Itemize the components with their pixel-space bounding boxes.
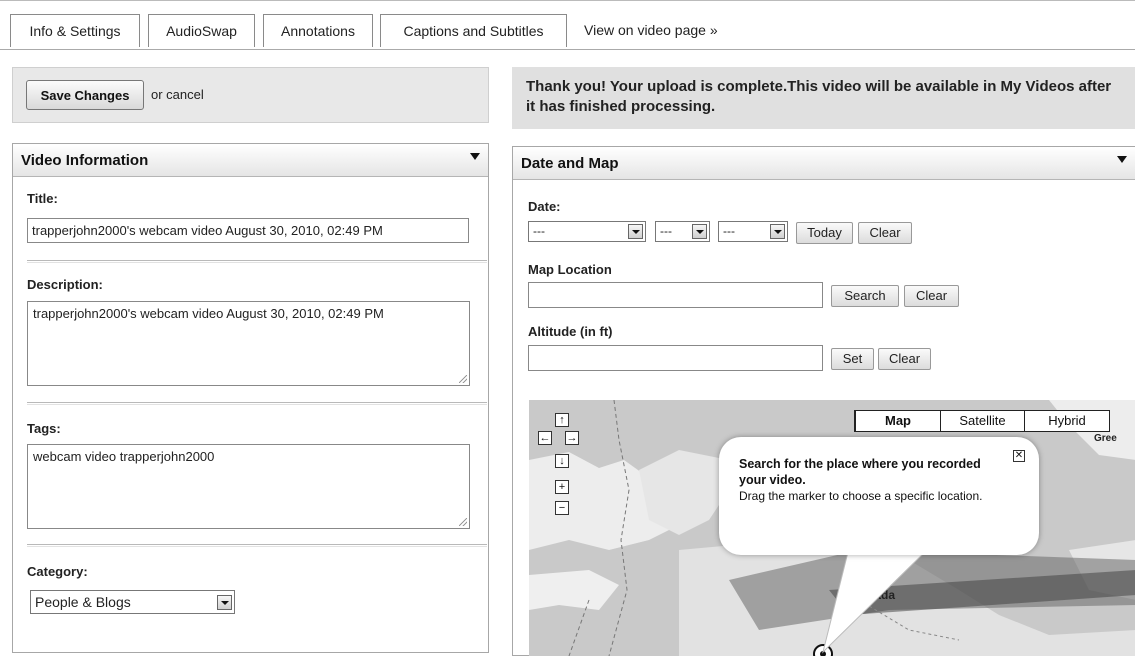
map-label-greenland: Gree [1094, 433, 1117, 444]
map-type-satellite[interactable]: Satellite [941, 411, 1025, 431]
close-icon[interactable]: ✕ [1013, 450, 1025, 462]
date-and-map-header[interactable]: Date and Map [513, 147, 1135, 180]
date-year-value: --- [723, 224, 735, 238]
altitude-input[interactable] [528, 345, 823, 371]
location-clear-button[interactable]: Clear [904, 285, 959, 307]
video-information-panel: Video Information Title: Description: tr… [12, 143, 489, 653]
save-bar: Save Changes or cancel [12, 67, 489, 123]
video-information-header[interactable]: Video Information [13, 144, 488, 177]
save-changes-button[interactable]: Save Changes [26, 80, 144, 110]
search-button[interactable]: Search [831, 285, 899, 307]
zoom-in-icon[interactable]: + [555, 480, 569, 494]
set-button[interactable]: Set [831, 348, 874, 370]
chevron-down-icon [217, 595, 232, 610]
title-label: Title: [27, 191, 58, 206]
bubble-pointer [822, 548, 930, 654]
category-label: Category: [27, 564, 88, 579]
divider [27, 402, 487, 405]
tags-label: Tags: [27, 421, 61, 436]
divider [27, 260, 487, 263]
description-label: Description: [27, 277, 103, 292]
pan-right-icon[interactable]: → [565, 431, 579, 445]
map-location-input[interactable] [528, 282, 823, 308]
pan-down-icon[interactable]: ↓ [555, 454, 569, 468]
zoom-out-icon[interactable]: − [555, 501, 569, 515]
title-field[interactable] [27, 218, 469, 243]
tab-captions-subtitles[interactable]: Captions and Subtitles [380, 14, 567, 47]
date-day-select[interactable]: --- [655, 221, 710, 242]
altitude-clear-button[interactable]: Clear [878, 348, 931, 370]
bubble-heading: Search for the place where you recorded … [739, 457, 981, 487]
tags-value: webcam video trapperjohn2000 [33, 449, 215, 464]
description-field[interactable]: trapperjohn2000's webcam video August 30… [27, 301, 470, 386]
location-info-bubble: ✕ Search for the place where you recorde… [719, 437, 1039, 555]
tab-info-settings[interactable]: Info & Settings [10, 14, 140, 47]
chevron-down-icon [628, 224, 643, 239]
collapse-arrow-icon[interactable] [1117, 156, 1127, 163]
panel-title: Video Information [21, 152, 149, 169]
map-view[interactable]: Gree nada ↑ ← → ↓ + − Map Satellite Hybr… [529, 400, 1135, 656]
bubble-text: Search for the place where you recorded … [739, 456, 1009, 504]
pan-left-icon[interactable]: ← [538, 431, 552, 445]
tab-bar: Info & Settings AudioSwap Annotations Ca… [0, 0, 1135, 50]
date-and-map-panel: Date and Map Date: --- --- --- Today Cle… [512, 146, 1135, 656]
today-button[interactable]: Today [796, 222, 853, 244]
category-select[interactable]: People & Blogs [30, 590, 235, 614]
map-type-selector: Map Satellite Hybrid [854, 410, 1110, 432]
date-clear-button[interactable]: Clear [858, 222, 912, 244]
map-type-hybrid[interactable]: Hybrid [1025, 411, 1109, 431]
tab-annotations[interactable]: Annotations [263, 14, 373, 47]
chevron-down-icon [770, 224, 785, 239]
view-on-video-page-link[interactable]: View on video page » [584, 14, 718, 47]
divider [27, 544, 487, 547]
map-type-map[interactable]: Map [855, 410, 941, 432]
resize-grip-icon[interactable] [459, 375, 467, 383]
panel-title: Date and Map [521, 155, 619, 172]
chevron-down-icon [692, 224, 707, 239]
upload-complete-message: Thank you! Your upload is complete.This … [512, 67, 1135, 129]
date-month-value: --- [533, 224, 545, 238]
date-month-select[interactable]: --- [528, 221, 646, 242]
pan-up-icon[interactable]: ↑ [555, 413, 569, 427]
tags-field[interactable]: webcam video trapperjohn2000 [27, 444, 470, 529]
date-label: Date: [528, 199, 561, 214]
altitude-label: Altitude (in ft) [528, 324, 613, 339]
collapse-arrow-icon[interactable] [470, 153, 480, 160]
map-location-label: Map Location [528, 262, 612, 277]
description-value: trapperjohn2000's webcam video August 30… [33, 306, 384, 321]
resize-grip-icon[interactable] [459, 518, 467, 526]
tab-audioswap[interactable]: AudioSwap [148, 14, 255, 47]
date-day-value: --- [660, 224, 672, 238]
bubble-body: Drag the marker to choose a specific loc… [739, 489, 983, 503]
category-value: People & Blogs [35, 594, 131, 610]
date-year-select[interactable]: --- [718, 221, 788, 242]
cancel-link[interactable]: or cancel [151, 87, 204, 102]
